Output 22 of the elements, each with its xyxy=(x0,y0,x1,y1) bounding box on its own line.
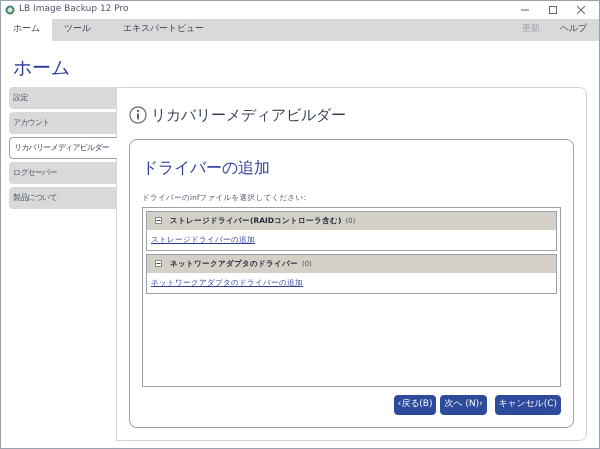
next-button[interactable]: 次へ (N)› xyxy=(440,394,487,415)
cancel-button[interactable]: キャンセル(C) xyxy=(494,394,561,415)
wizard-heading: ドライバーの追加 xyxy=(142,156,271,178)
maximize-icon xyxy=(549,6,557,14)
tab[interactable]: ツール xyxy=(52,19,103,41)
sidebar-item[interactable]: 製品について xyxy=(9,187,117,209)
tab[interactable]: エキスパートビュー xyxy=(103,19,224,41)
help-button[interactable]: ヘルプ xyxy=(560,23,587,37)
page-title: ホーム xyxy=(12,56,71,81)
sidebar-item[interactable]: アカウント xyxy=(9,112,117,134)
sidebar-item[interactable]: ログセーバー xyxy=(9,162,117,184)
close-icon xyxy=(577,6,585,14)
tab[interactable]: ホーム xyxy=(1,19,52,41)
panel-title: リカバリーメディアビルダー xyxy=(151,105,346,126)
sidebar-item[interactable]: リカバリーメディアビルダー xyxy=(9,137,117,159)
collapse-icon[interactable] xyxy=(155,217,162,224)
collapse-icon[interactable] xyxy=(155,260,162,268)
back-button[interactable]: ‹戻る(B) xyxy=(394,394,436,415)
window-title: LB Image Backup 12 Pro xyxy=(19,3,129,16)
app-logo-icon xyxy=(5,5,15,15)
sidebar-item[interactable]: 設定 xyxy=(9,87,117,109)
info-icon xyxy=(129,106,147,124)
